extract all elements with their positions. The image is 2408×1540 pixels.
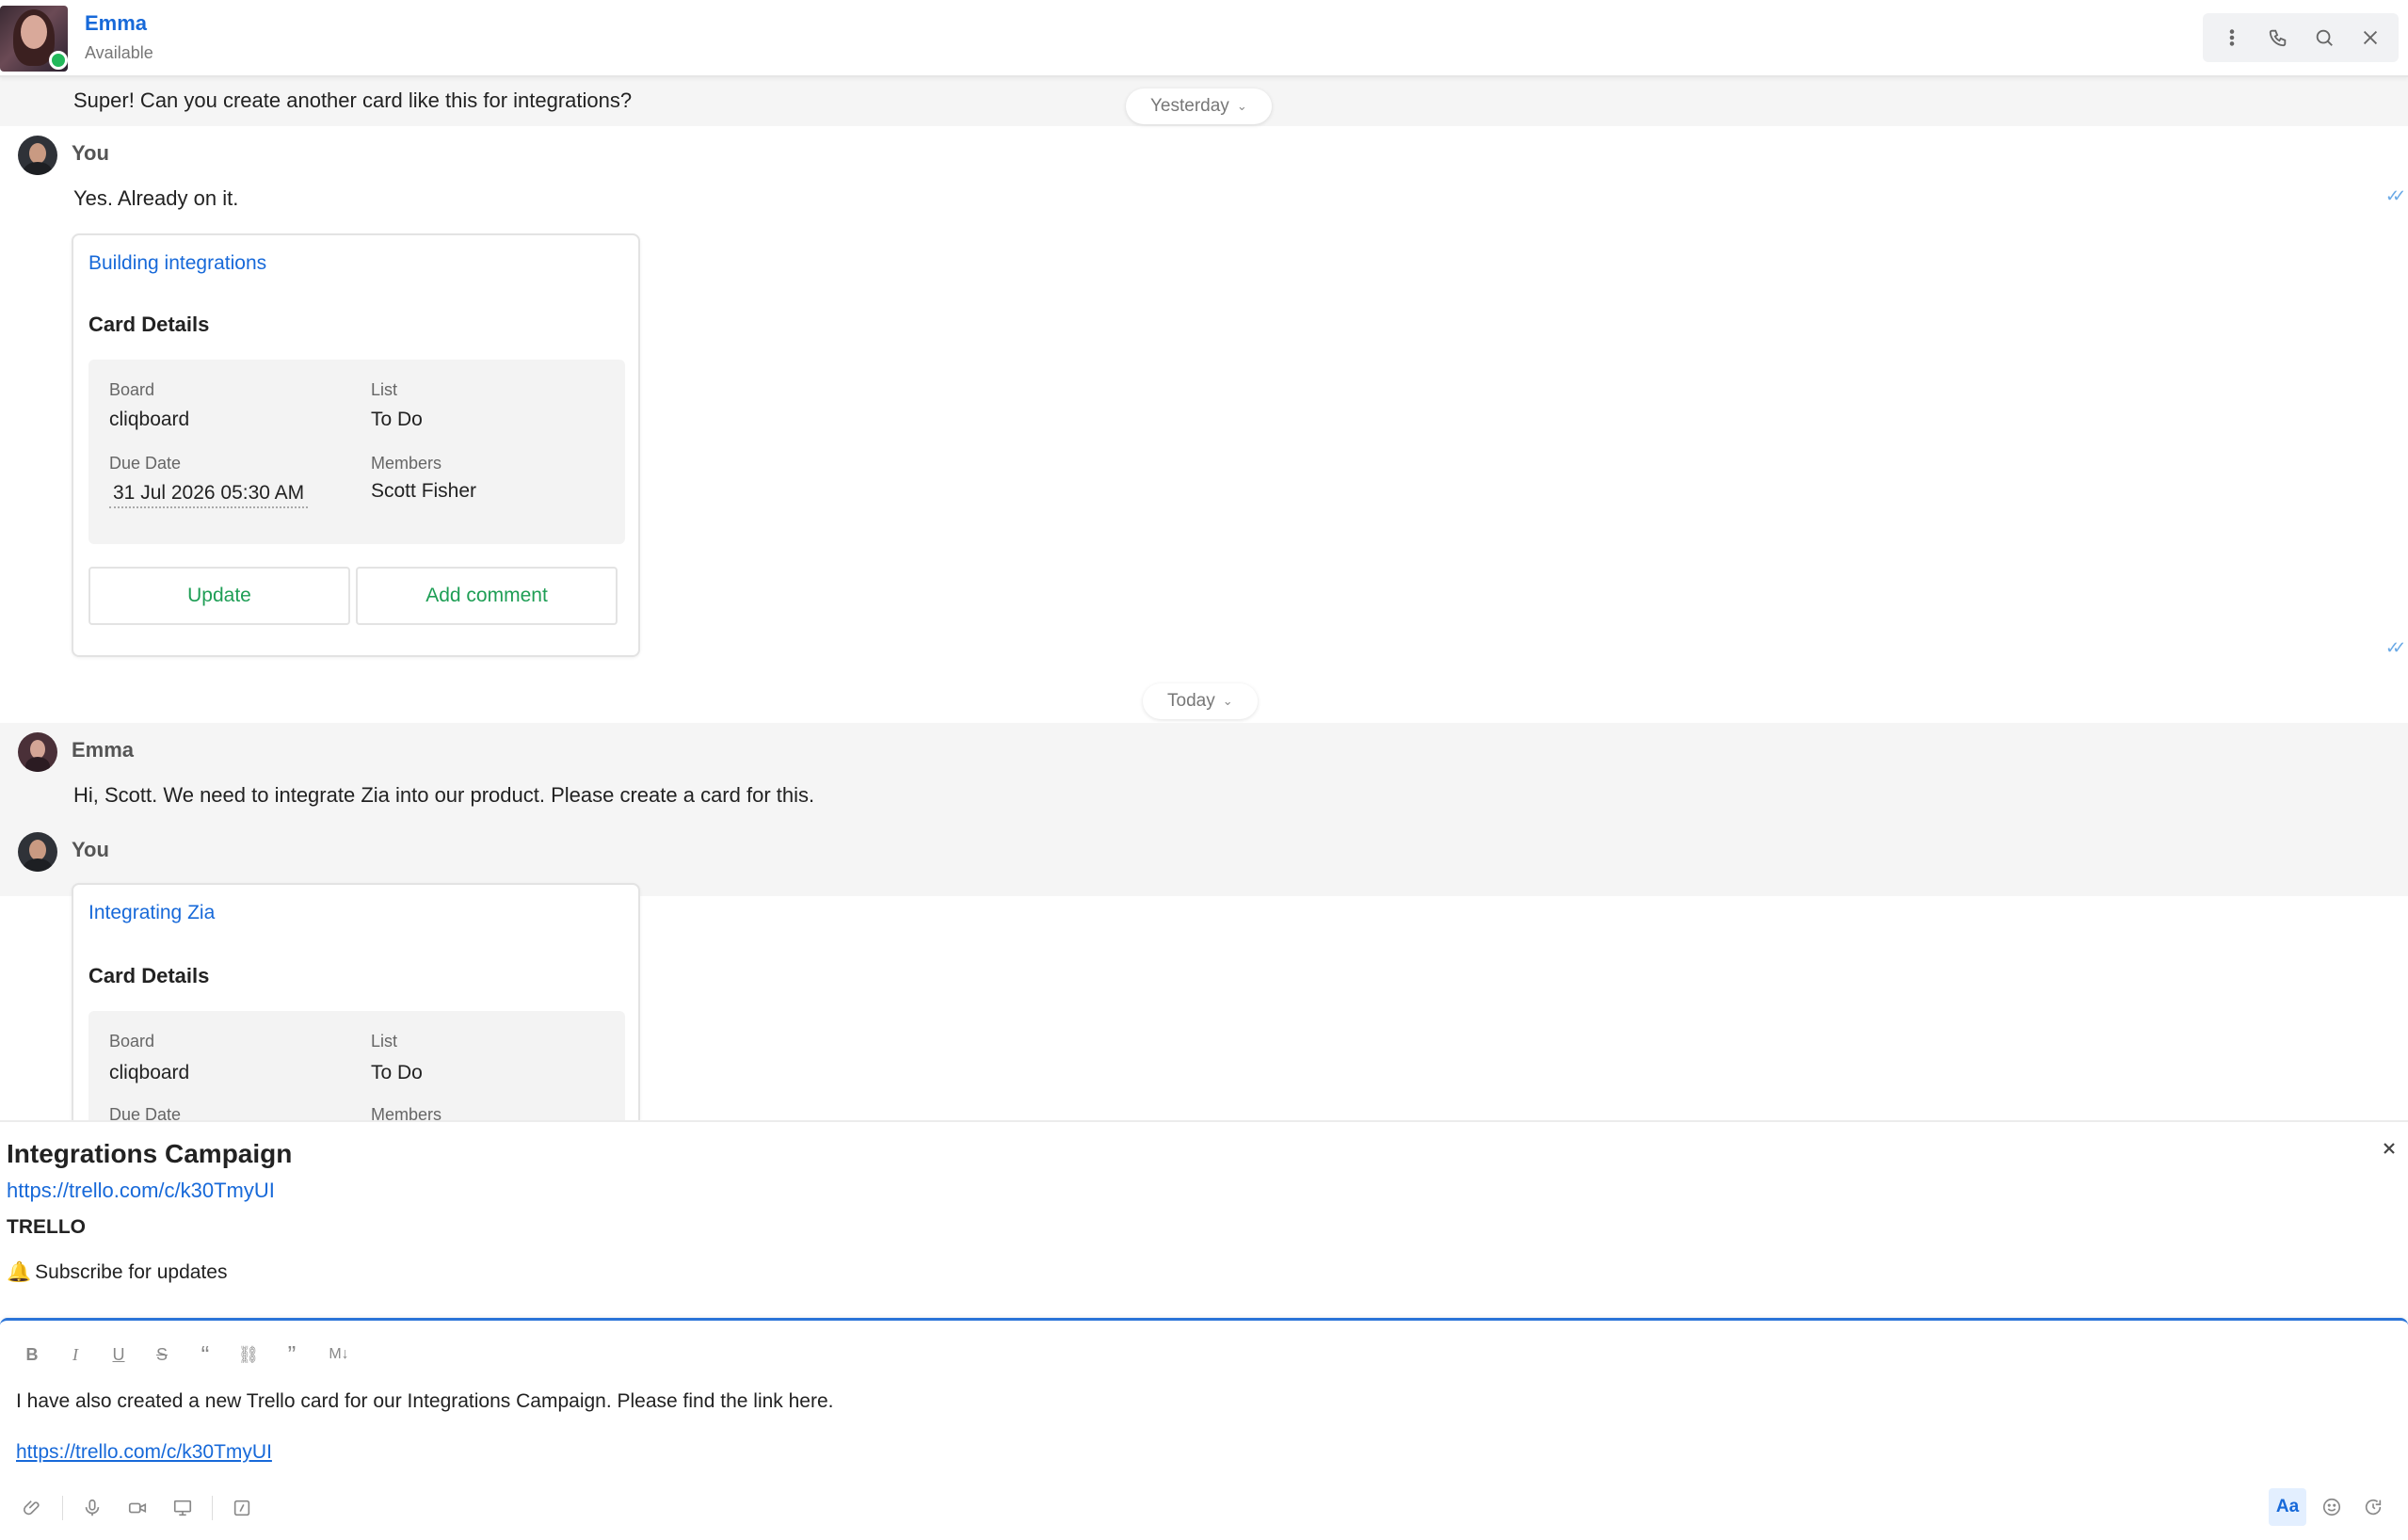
refresh-clock-icon: [2365, 1499, 2382, 1516]
message-text: Super! Can you create another card like …: [73, 88, 633, 112]
composer-input-text[interactable]: I have also created a new Trello card fo…: [16, 1390, 834, 1413]
bell-icon: 🔔: [7, 1261, 32, 1283]
search-button[interactable]: [2305, 19, 2343, 56]
date-separator-today[interactable]: Today ⌄: [1143, 683, 1258, 719]
phone-icon: [2269, 29, 2286, 47]
avatar[interactable]: [18, 832, 57, 872]
slash-commands-button[interactable]: [226, 1492, 258, 1524]
sender-name[interactable]: You: [72, 838, 109, 862]
board-value: cliqboard: [109, 409, 190, 430]
chat-header: Emma Available: [0, 0, 2408, 77]
due-date-label: Due Date: [109, 454, 182, 473]
emoji-button[interactable]: [2316, 1491, 2348, 1523]
microphone-icon: [85, 1499, 100, 1516]
composer-input-link[interactable]: https://trello.com/c/k30TmyUI: [16, 1441, 272, 1464]
bold-button[interactable]: B: [17, 1339, 47, 1370]
trello-card: Building integrations Card Details Board…: [72, 233, 640, 657]
read-receipt-icon: ✓✓: [2385, 638, 2406, 657]
schedule-button[interactable]: [2357, 1491, 2389, 1523]
card-details-heading: Card Details: [88, 313, 210, 336]
subscribe-link[interactable]: 🔔 Subscribe for updates: [7, 1261, 227, 1284]
sender-name[interactable]: Emma: [72, 738, 134, 762]
link-preview: Integrations Campaign https://trello.com…: [0, 1120, 2408, 1305]
members-label: Members: [371, 1105, 442, 1120]
video-call-button[interactable]: [121, 1492, 153, 1524]
trello-card: Integrating Zia Card Details Board cliqb…: [72, 883, 640, 1120]
message-text: Hi, Scott. We need to integrate Zia into…: [73, 783, 815, 807]
call-button[interactable]: [2259, 19, 2297, 56]
add-comment-button[interactable]: Add comment: [356, 567, 618, 625]
paperclip-icon: [24, 1500, 40, 1516]
markdown-button[interactable]: M↓: [320, 1339, 358, 1370]
italic-button[interactable]: I: [60, 1339, 90, 1370]
sender-name[interactable]: You: [72, 141, 109, 166]
more-options-button[interactable]: [2213, 19, 2251, 56]
search-icon: [2316, 29, 2333, 46]
preview-url[interactable]: https://trello.com/c/k30TmyUI: [7, 1179, 275, 1203]
underline-button[interactable]: U: [104, 1339, 134, 1370]
chevron-down-icon: ⌄: [1222, 694, 1233, 708]
date-label: Yesterday: [1150, 96, 1229, 116]
chat-window: Emma Available Super! Can you create ano…: [0, 0, 2408, 1540]
smiley-icon: [2322, 1498, 2341, 1516]
strikethrough-button[interactable]: S: [147, 1339, 177, 1370]
list-label: List: [371, 1032, 398, 1051]
members-value: Scott Fisher: [371, 480, 477, 502]
close-icon: [2363, 30, 2377, 45]
presence-indicator: [49, 51, 68, 70]
contact-status: Available: [85, 43, 153, 62]
chevron-down-icon: ⌄: [1236, 99, 1247, 113]
preview-title: Integrations Campaign: [7, 1139, 293, 1168]
divider: [62, 1496, 63, 1520]
screen-share-icon: [173, 1500, 192, 1516]
message-text: Yes. Already on it.: [73, 186, 239, 210]
blockquote-button[interactable]: ”: [277, 1339, 307, 1370]
video-camera-icon: [128, 1502, 147, 1514]
members-label: Members: [371, 454, 442, 473]
link-button[interactable]: ⛓: [233, 1339, 264, 1370]
update-button[interactable]: Update: [88, 567, 350, 625]
card-title-link[interactable]: Building integrations: [88, 252, 266, 275]
font-format-toggle[interactable]: Aa: [2269, 1488, 2306, 1526]
close-chat-button[interactable]: [2352, 19, 2389, 56]
message-composer[interactable]: B I U S “ ⛓ ” M↓ I have also created a n…: [0, 1318, 2408, 1540]
formatting-toolbar: B I U S “ ⛓ ” M↓: [17, 1339, 358, 1370]
card-details-box: Board cliqboard List To Do Due Date Memb…: [88, 1011, 625, 1120]
due-date-value[interactable]: 31 Jul 2026 05:30 AM: [109, 482, 309, 508]
slash-command-icon: [233, 1500, 250, 1516]
message-list[interactable]: Super! Can you create another card like …: [0, 77, 2408, 1120]
card-details-heading: Card Details: [88, 964, 210, 987]
voice-note-button[interactable]: [76, 1492, 108, 1524]
message-row: [0, 723, 2408, 896]
read-receipt-icon: ✓✓: [2385, 186, 2406, 205]
composer-tools: [17, 1492, 258, 1524]
list-label: List: [371, 380, 398, 399]
contact-name[interactable]: Emma: [85, 11, 147, 36]
avatar[interactable]: [18, 732, 57, 772]
close-icon: [2384, 1143, 2395, 1154]
attach-button[interactable]: [17, 1492, 49, 1524]
card-details-box: Board cliqboard List To Do Due Date 31 J…: [88, 360, 625, 544]
composer-right-tools: Aa: [2269, 1488, 2389, 1526]
subscribe-label: Subscribe for updates: [35, 1261, 228, 1283]
board-value: cliqboard: [109, 1062, 190, 1083]
list-value: To Do: [371, 1062, 423, 1083]
kebab-menu-icon: [2229, 29, 2234, 46]
list-value: To Do: [371, 409, 423, 430]
divider: [212, 1496, 213, 1520]
quote-button[interactable]: “: [190, 1339, 220, 1370]
screen-share-button[interactable]: [167, 1492, 199, 1524]
header-actions: [2203, 13, 2399, 62]
due-date-label: Due Date: [109, 1105, 182, 1120]
preview-source: TRELLO: [7, 1216, 86, 1238]
date-separator-yesterday[interactable]: Yesterday ⌄: [1126, 88, 1272, 124]
board-label: Board: [109, 380, 155, 399]
avatar[interactable]: [18, 136, 57, 175]
close-preview-button[interactable]: [2376, 1135, 2402, 1162]
date-label: Today: [1167, 691, 1215, 711]
card-title-link[interactable]: Integrating Zia: [88, 902, 215, 924]
board-label: Board: [109, 1032, 155, 1051]
